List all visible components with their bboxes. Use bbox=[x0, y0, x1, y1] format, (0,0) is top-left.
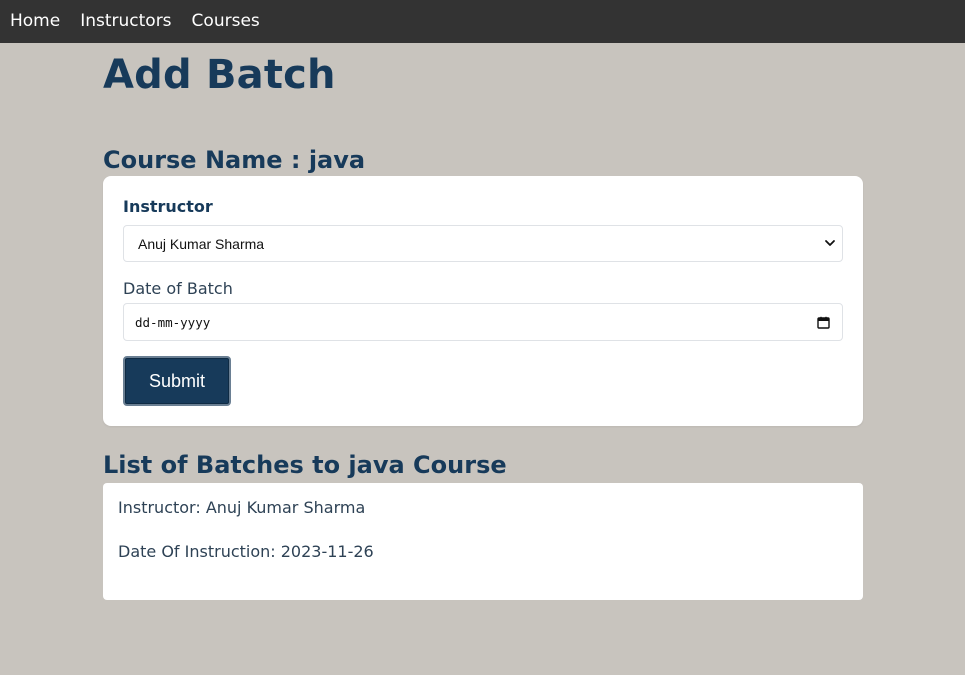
batch-list-item: Instructor: Anuj Kumar Sharma Date Of In… bbox=[103, 483, 863, 600]
add-batch-form-card: Instructor Anuj Kumar Sharma Date of Bat… bbox=[103, 176, 863, 426]
nav-instructors-link[interactable]: Instructors bbox=[80, 0, 171, 43]
instructor-selected-value: Anuj Kumar Sharma bbox=[138, 235, 265, 252]
main-content: Add Batch Course Name : java Instructor … bbox=[103, 43, 863, 600]
batch-date-input[interactable]: dd-mm-yyyy bbox=[123, 303, 843, 341]
date-label: Date of Batch bbox=[123, 279, 233, 298]
course-name-heading: Course Name : java bbox=[103, 146, 366, 174]
page-title: Add Batch bbox=[103, 52, 336, 98]
instructor-label: Instructor bbox=[123, 197, 213, 216]
batch-instructor-text: Instructor: Anuj Kumar Sharma bbox=[118, 498, 366, 517]
calendar-icon[interactable] bbox=[817, 316, 830, 329]
batch-list-heading: List of Batches to java Course bbox=[103, 451, 507, 479]
batch-date-text: Date Of Instruction: 2023-11-26 bbox=[118, 542, 374, 561]
chevron-down-icon bbox=[825, 240, 835, 246]
date-placeholder: dd-mm-yyyy bbox=[135, 314, 211, 330]
instructor-select[interactable]: Anuj Kumar Sharma bbox=[123, 225, 843, 262]
nav-courses-link[interactable]: Courses bbox=[192, 0, 260, 43]
nav-home-link[interactable]: Home bbox=[10, 0, 60, 43]
top-navigation: Home Instructors Courses bbox=[0, 0, 965, 43]
submit-button[interactable]: Submit bbox=[123, 356, 231, 406]
